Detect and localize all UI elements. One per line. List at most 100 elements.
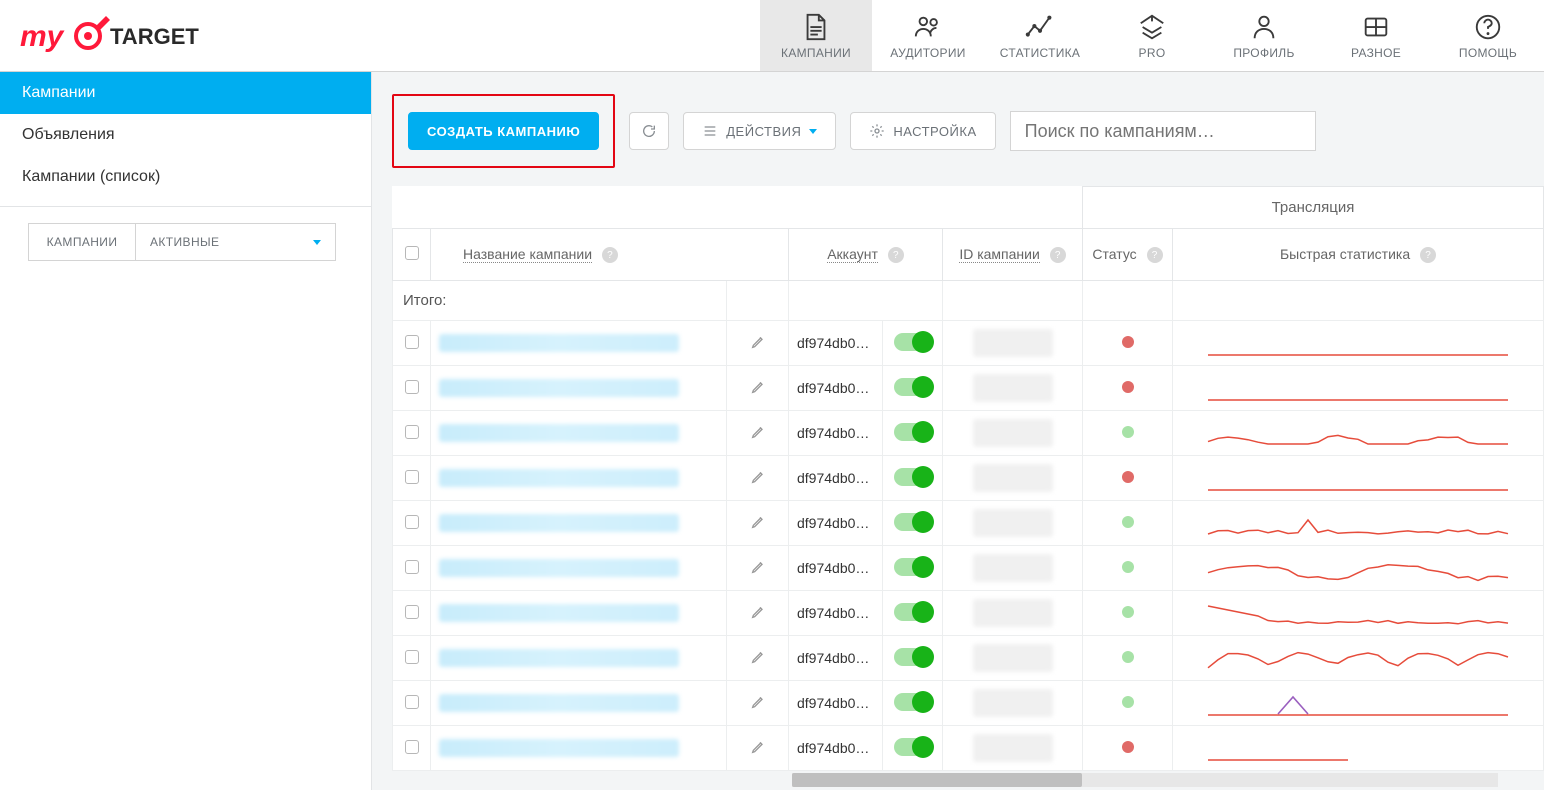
header-checkbox[interactable] xyxy=(393,229,431,281)
row-toggle[interactable] xyxy=(894,558,932,576)
table-row[interactable]: df974db0… xyxy=(393,681,1544,726)
settings-button[interactable]: НАСТРОЙКА xyxy=(850,112,995,150)
row-checkbox[interactable] xyxy=(405,515,419,529)
cell-account: df974db0… xyxy=(789,681,883,726)
header-status[interactable]: Статус ? xyxy=(1083,229,1173,281)
pencil-icon[interactable] xyxy=(750,424,766,440)
refresh-button[interactable] xyxy=(629,112,669,150)
table-row[interactable]: df974db0… xyxy=(393,546,1544,591)
cell-sparkline xyxy=(1173,366,1544,411)
campaign-name-blurred xyxy=(439,739,679,757)
row-checkbox[interactable] xyxy=(405,470,419,484)
status-dot xyxy=(1122,516,1134,528)
row-checkbox[interactable] xyxy=(405,695,419,709)
campaign-name-blurred xyxy=(439,469,679,487)
header-id[interactable]: ID кампании ? xyxy=(943,229,1083,281)
table-row[interactable]: df974db0… xyxy=(393,726,1544,771)
table-container: Трансляция Название кампании ? Аккаунт ?… xyxy=(372,186,1544,790)
row-checkbox[interactable] xyxy=(405,740,419,754)
cell-account: df974db0… xyxy=(789,546,883,591)
main-area: СОЗДАТЬ КАМПАНИЮ ДЕЙСТВИЯ НАСТРОЙКА xyxy=(372,72,1544,790)
table-row[interactable]: df974db0… xyxy=(393,501,1544,546)
pencil-icon[interactable] xyxy=(750,694,766,710)
row-toggle[interactable] xyxy=(894,333,932,351)
row-toggle[interactable] xyxy=(894,738,932,756)
create-campaign-button[interactable]: СОЗДАТЬ КАМПАНИЮ xyxy=(408,112,599,150)
pro-icon xyxy=(1134,12,1170,42)
cell-sparkline xyxy=(1173,726,1544,771)
table-row[interactable]: df974db0… xyxy=(393,321,1544,366)
campaigns-table: Трансляция Название кампании ? Аккаунт ?… xyxy=(392,186,1544,771)
cell-account: df974db0… xyxy=(789,636,883,681)
cell-account: df974db0… xyxy=(789,501,883,546)
nav-label: АУДИТОРИИ xyxy=(890,46,965,60)
scrollbar-thumb[interactable] xyxy=(792,773,1082,787)
row-toggle[interactable] xyxy=(894,468,932,486)
pencil-icon[interactable] xyxy=(750,559,766,575)
horizontal-scrollbar[interactable] xyxy=(792,773,1498,787)
cell-sparkline xyxy=(1173,546,1544,591)
search-input[interactable] xyxy=(1010,111,1316,151)
filter-status-dropdown[interactable]: АКТИВНЫЕ xyxy=(136,223,336,261)
nav-profile[interactable]: ПРОФИЛЬ xyxy=(1208,0,1320,71)
nav-label: КАМПАНИИ xyxy=(781,46,851,60)
row-checkbox[interactable] xyxy=(405,335,419,349)
row-checkbox[interactable] xyxy=(405,650,419,664)
nav-label: ПРОФИЛЬ xyxy=(1233,46,1294,60)
row-checkbox[interactable] xyxy=(405,560,419,574)
nav-help[interactable]: ПОМОЩЬ xyxy=(1432,0,1544,71)
status-dot xyxy=(1122,696,1134,708)
header-account[interactable]: Аккаунт ? xyxy=(789,229,943,281)
sidebar-item-ads[interactable]: Объявления xyxy=(0,114,371,156)
help-icon xyxy=(1470,12,1506,42)
help-icon[interactable]: ? xyxy=(888,247,904,263)
nav-statistics[interactable]: СТАТИСТИКА xyxy=(984,0,1096,71)
pencil-icon[interactable] xyxy=(750,379,766,395)
nav-pro[interactable]: PRO xyxy=(1096,0,1208,71)
row-checkbox[interactable] xyxy=(405,425,419,439)
nav-misc[interactable]: РАЗНОЕ xyxy=(1320,0,1432,71)
cell-account: df974db0… xyxy=(789,411,883,456)
gear-icon xyxy=(869,123,885,139)
table-row[interactable]: df974db0… xyxy=(393,366,1544,411)
row-toggle[interactable] xyxy=(894,513,932,531)
header-quickstats[interactable]: Быстрая статистика ? xyxy=(1173,229,1544,281)
stats-icon xyxy=(1022,12,1058,42)
group-header-broadcast: Трансляция xyxy=(1083,187,1544,229)
pencil-icon[interactable] xyxy=(750,739,766,755)
cell-sparkline xyxy=(1173,636,1544,681)
header-name[interactable]: Название кампании ? xyxy=(431,229,789,281)
sidebar-item-campaigns-list[interactable]: Кампании (список) xyxy=(0,156,371,198)
logo[interactable]: my TARGET xyxy=(20,0,204,71)
pencil-icon[interactable] xyxy=(750,334,766,350)
table-row[interactable]: df974db0… xyxy=(393,591,1544,636)
row-toggle[interactable] xyxy=(894,693,932,711)
actions-dropdown[interactable]: ДЕЙСТВИЯ xyxy=(683,112,836,150)
row-toggle[interactable] xyxy=(894,423,932,441)
pencil-icon[interactable] xyxy=(750,514,766,530)
campaign-id-blurred xyxy=(973,644,1053,672)
help-icon[interactable]: ? xyxy=(1420,247,1436,263)
help-icon[interactable]: ? xyxy=(602,247,618,263)
pencil-icon[interactable] xyxy=(750,649,766,665)
help-icon[interactable]: ? xyxy=(1050,247,1066,263)
help-icon[interactable]: ? xyxy=(1147,247,1163,263)
row-toggle[interactable] xyxy=(894,603,932,621)
nav-audiences[interactable]: АУДИТОРИИ xyxy=(872,0,984,71)
campaign-id-blurred xyxy=(973,374,1053,402)
row-checkbox[interactable] xyxy=(405,605,419,619)
campaign-name-blurred xyxy=(439,604,679,622)
table-row[interactable]: df974db0… xyxy=(393,411,1544,456)
filter-entity[interactable]: КАМПАНИИ xyxy=(28,223,136,261)
table-row[interactable]: df974db0… xyxy=(393,636,1544,681)
status-dot xyxy=(1122,561,1134,573)
table-row[interactable]: df974db0… xyxy=(393,456,1544,501)
pencil-icon[interactable] xyxy=(750,604,766,620)
sidebar-item-campaigns[interactable]: Кампании xyxy=(0,72,371,114)
campaign-id-blurred xyxy=(973,464,1053,492)
row-checkbox[interactable] xyxy=(405,380,419,394)
pencil-icon[interactable] xyxy=(750,469,766,485)
row-toggle[interactable] xyxy=(894,378,932,396)
row-toggle[interactable] xyxy=(894,648,932,666)
nav-campaigns[interactable]: КАМПАНИИ xyxy=(760,0,872,71)
